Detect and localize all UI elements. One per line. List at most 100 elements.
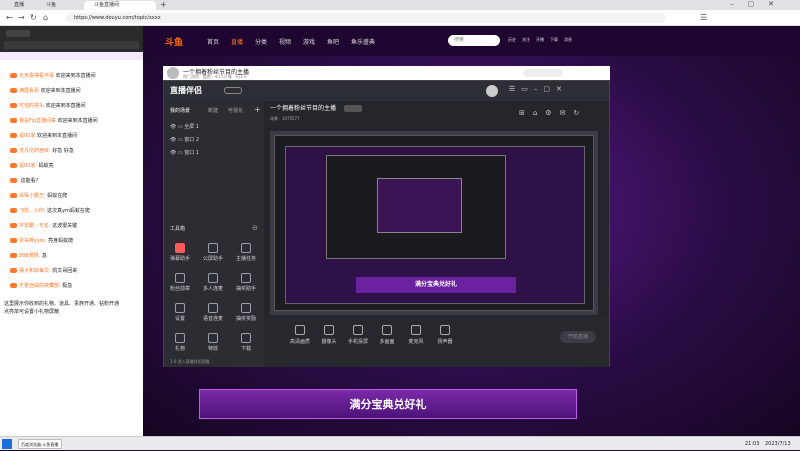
chat-message: 折哥啊yym: 亮身蚂蚁爬 (10, 237, 73, 245)
chat-tabs[interactable] (0, 52, 143, 60)
control-label: 多画面 (379, 339, 395, 345)
bottom-control-button[interactable]: 手机投屏 (344, 325, 372, 345)
chat-username[interactable]: 天天看得看不挥 (19, 73, 54, 79)
browser-tab[interactable]: 斗鱼 (36, 1, 84, 10)
tool-button[interactable]: 抽奖奖励 (232, 303, 260, 322)
promo-banner[interactable]: 满分宝典兑好礼 (199, 389, 577, 419)
streaming-app-window: 直播伴侣 ☰▭–▢✕ 我的场景 新建 可视化 + 👁 ▭ 全屏 1 👁 ▭ 窗口… (163, 80, 610, 367)
browser-tab-bar: 直播 斗鱼 斗鱼直播间 + –▢✕ (0, 0, 800, 10)
tool-icon (241, 333, 251, 343)
tool-button[interactable]: 语音连麦 (199, 303, 227, 322)
header-icon-1[interactable]: 关注 (522, 37, 530, 43)
chat-username[interactable]: 满霞看看 (19, 88, 39, 94)
chat-text: 欢迎来到本直播间 (40, 88, 81, 94)
chat-username[interactable]: 888慢慢: (19, 253, 40, 259)
tool-button[interactable]: 弹幕助手 (166, 243, 194, 262)
nav-item[interactable]: 游戏 (303, 37, 315, 46)
nav-item[interactable]: 鱼吧 (327, 37, 339, 46)
tool-button[interactable]: 主播任务 (232, 243, 260, 262)
fan-badge (10, 163, 17, 168)
bottom-control-button[interactable]: 麦克风 (402, 325, 430, 345)
site-logo[interactable]: 斗鱼 (165, 35, 183, 48)
add-scene-icon[interactable]: + (254, 105, 261, 114)
follow-button[interactable] (523, 69, 563, 77)
fan-badge (10, 283, 17, 288)
nav-item[interactable]: 鱼乐盛典 (351, 37, 375, 46)
app-top-actions[interactable]: ⊞⌂⚙✉↻ (519, 109, 587, 117)
tool-button[interactable]: 礼物 (166, 333, 194, 352)
bottom-control-button[interactable]: 摄像头 (315, 325, 343, 345)
chat-username[interactable]: 乐景自由的夜藏部: (19, 283, 61, 289)
nav-item[interactable]: 分类 (255, 37, 267, 46)
chat-username[interactable]: 摆子和就每次: (19, 268, 51, 274)
tool-button[interactable]: 设置 (166, 303, 194, 322)
bottom-control-button[interactable]: 多画面 (373, 325, 401, 345)
scene-label: 全屏 1 (184, 124, 200, 130)
extensions-icon[interactable]: ☰ (700, 13, 707, 23)
header-icon-3[interactable]: 下载 (550, 37, 558, 43)
app-stream-title: 一个拥着粉丝节目的主播 (270, 105, 337, 112)
tool-button[interactable]: 抽奖助手 (232, 273, 260, 292)
chat-username[interactable]: 是00家 (19, 133, 35, 139)
chat-text: 极急 (62, 283, 73, 289)
chat-username[interactable]: 飞凯...小你: (19, 208, 45, 214)
start-live-button[interactable]: 开始直播 (560, 331, 596, 343)
new-tab-button[interactable]: + (160, 0, 167, 9)
tab-visual[interactable]: 可视化 (228, 107, 243, 114)
chat-message: 采殊小霸王: 蚂蚁在爬 (10, 192, 67, 200)
streamer-avatar[interactable] (167, 67, 179, 79)
reload-icon[interactable]: ↻ (30, 13, 37, 23)
bottom-control-button[interactable]: 高清画质 (286, 325, 314, 345)
tool-button[interactable]: 下载 (232, 333, 260, 352)
url-input[interactable]: https://www.douyu.com/topic/xxxx (66, 13, 666, 23)
toolbox-more-icon[interactable]: ⊖ (252, 224, 258, 232)
app-avatar[interactable] (486, 85, 498, 97)
chat-text: 欢迎来到本直播间 (55, 73, 96, 79)
forward-icon[interactable]: → (18, 13, 25, 23)
browser-tab-active[interactable]: 斗鱼直播间 (84, 1, 156, 10)
search-input[interactable]: 搜索 (448, 35, 500, 46)
browser-tab[interactable]: 直播 (4, 1, 36, 10)
tab-my-scenes[interactable]: 我的场景 (170, 107, 190, 114)
chat-message: 洗凡伦的宿目: 好急 好急 (10, 147, 74, 155)
tool-button[interactable]: 粉丝勋章 (166, 273, 194, 292)
header-icon-2[interactable]: 开播 (536, 37, 544, 43)
tool-button[interactable]: 多人连麦 (199, 273, 227, 292)
start-icon[interactable] (2, 439, 12, 449)
chat-username[interactable]: 可怕的拼头 (19, 103, 44, 109)
nav-item[interactable]: 首页 (207, 37, 219, 46)
chat-message: 乐景自由的夜藏部: 极急 (10, 282, 72, 290)
chat-message: 888慢慢: 急 (10, 252, 47, 260)
tool-button[interactable]: 特效 (199, 333, 227, 352)
edit-button[interactable] (344, 105, 362, 112)
app-window-controls[interactable]: ☰▭–▢✕ (509, 85, 568, 93)
stream-preview[interactable]: 满分宝典兑好礼 (270, 131, 598, 315)
taskbar-app[interactable]: 百度浏览器·斗鱼直播 (18, 439, 62, 449)
taskbar-time: 21:03 (745, 441, 760, 447)
hot-scene-label: 场景 (270, 116, 278, 121)
tool-button[interactable]: 公屏助手 (199, 243, 227, 262)
chat-username[interactable]: 洗凡伦的宿目: (19, 148, 51, 154)
nav-item[interactable]: 直播 (231, 37, 243, 46)
mode-dropdown[interactable] (224, 87, 242, 94)
chat-username[interactable]: 我是Fig直播间来 (19, 118, 56, 124)
chat-username[interactable]: 采殊小霸王: (19, 193, 46, 199)
header-icon-4[interactable]: 消息 (564, 37, 572, 43)
home-icon[interactable]: ⌂ (43, 13, 48, 23)
bottom-control-button[interactable]: 扬声器 (431, 325, 459, 345)
tab-new[interactable]: 新建 (208, 107, 218, 114)
tool-label: 公屏助手 (202, 256, 223, 262)
scene-item-3[interactable]: 👁 ▭ 窗口 1 (170, 149, 199, 156)
scene-label: 窗口 1 (184, 150, 200, 156)
back-icon[interactable]: ← (6, 13, 13, 23)
header-icon-0[interactable]: 历史 (508, 37, 516, 43)
window-controls[interactable]: –▢✕ (730, 0, 788, 8)
chat-username[interactable]: 字雷霸 : 无名: (19, 223, 51, 229)
scene-item-1[interactable]: 👁 ▭ 全屏 1 (170, 123, 199, 130)
scene-label: 窗口 2 (184, 137, 200, 143)
chat-username[interactable]: 折哥啊yym: (19, 238, 46, 244)
chat-username[interactable]: 是00家: (19, 163, 37, 169)
scene-item-2[interactable]: 👁 ▭ 窗口 2 (170, 136, 199, 143)
nav-item[interactable]: 视频 (279, 37, 291, 46)
chat-text: 急 (41, 253, 47, 259)
